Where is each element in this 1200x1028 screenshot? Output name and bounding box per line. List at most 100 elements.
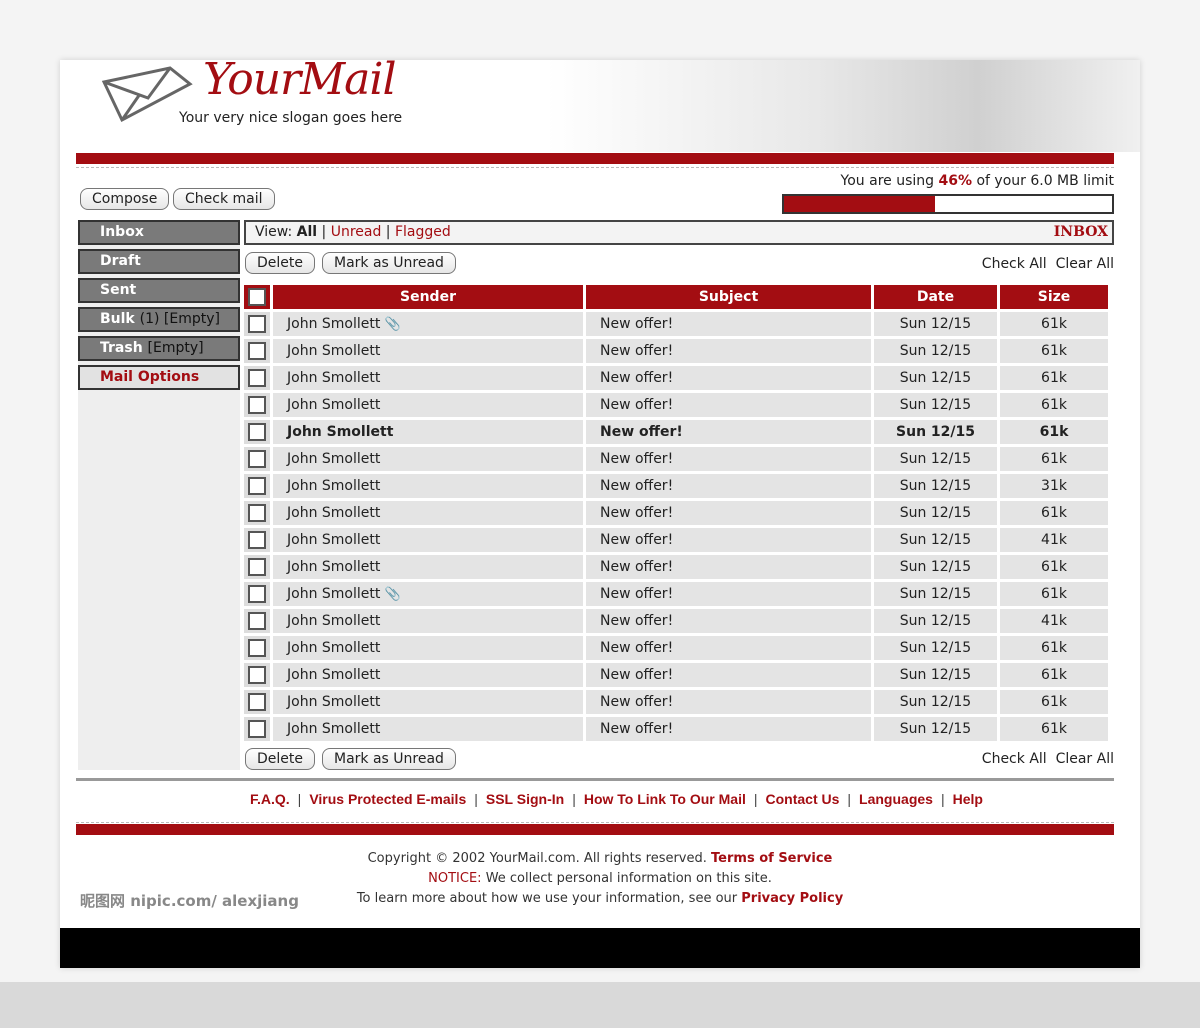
sidebar-item-mail-options[interactable]: Mail Options <box>78 365 240 390</box>
table-row[interactable]: John Smollett 📎 New offer! Sun 12/15 61k <box>244 582 1108 606</box>
row-checkbox[interactable] <box>244 528 270 552</box>
table-row[interactable]: John Smollett New offer! Sun 12/15 61k <box>244 636 1108 660</box>
footer-link[interactable]: Contact Us <box>766 791 840 807</box>
row-checkbox[interactable] <box>244 447 270 471</box>
sender: John Smollett <box>287 532 381 548</box>
view-flagged-link[interactable]: Flagged <box>395 224 451 240</box>
date-cell: Sun 12/15 <box>874 555 997 579</box>
row-checkbox[interactable] <box>244 555 270 579</box>
subject-cell[interactable]: New offer! <box>586 393 871 417</box>
footer-link[interactable]: Virus Protected E-mails <box>309 791 466 807</box>
link-separator: | <box>297 791 302 807</box>
check-all-link[interactable]: Check All <box>982 256 1047 272</box>
size-cell: 61k <box>1000 582 1108 606</box>
column-date[interactable]: Date <box>874 285 997 309</box>
row-checkbox[interactable] <box>244 663 270 687</box>
table-row[interactable]: John Smollett New offer! Sun 12/15 61k <box>244 339 1108 363</box>
row-checkbox[interactable] <box>244 690 270 714</box>
size-cell: 61k <box>1000 690 1108 714</box>
table-row[interactable]: John Smollett New offer! Sun 12/15 41k <box>244 609 1108 633</box>
view-all-link[interactable]: All <box>297 224 317 240</box>
check-mail-button[interactable]: Check mail <box>173 188 275 210</box>
sender: John Smollett <box>287 424 394 440</box>
privacy-link[interactable]: Privacy Policy <box>741 891 843 906</box>
row-checkbox[interactable] <box>244 474 270 498</box>
subject-cell[interactable]: New offer! <box>586 501 871 525</box>
paperclip-icon: 📎 <box>384 317 401 332</box>
table-row[interactable]: John Smollett New offer! Sun 12/15 61k <box>244 420 1108 444</box>
footer-link[interactable]: How To Link To Our Mail <box>584 791 746 807</box>
delete-button-bottom[interactable]: Delete <box>245 748 315 770</box>
subject-cell[interactable]: New offer! <box>586 555 871 579</box>
column-size[interactable]: Size <box>1000 285 1108 309</box>
table-row[interactable]: John Smollett New offer! Sun 12/15 61k <box>244 690 1108 714</box>
sender-cell: John Smollett <box>273 474 583 498</box>
subject-cell[interactable]: New offer! <box>586 474 871 498</box>
sidebar-item-label: Bulk <box>100 311 135 327</box>
mark-unread-button[interactable]: Mark as Unread <box>322 252 456 274</box>
subject-cell[interactable]: New offer! <box>586 663 871 687</box>
subject-cell[interactable]: New offer! <box>586 528 871 552</box>
subject-cell[interactable]: New offer! <box>586 339 871 363</box>
sidebar-item-extra: [Empty] <box>147 340 204 356</box>
subject-cell[interactable]: New offer! <box>586 717 871 741</box>
clear-all-link[interactable]: Clear All <box>1056 751 1114 767</box>
row-checkbox[interactable] <box>244 582 270 606</box>
row-checkbox[interactable] <box>244 339 270 363</box>
sidebar-item-draft[interactable]: Draft <box>78 249 240 274</box>
table-row[interactable]: John Smollett New offer! Sun 12/15 61k <box>244 555 1108 579</box>
table-row[interactable]: John Smollett 📎 New offer! Sun 12/15 61k <box>244 312 1108 336</box>
delete-button[interactable]: Delete <box>245 252 315 274</box>
row-checkbox[interactable] <box>244 366 270 390</box>
subject-cell[interactable]: New offer! <box>586 609 871 633</box>
subject-cell[interactable]: New offer! <box>586 636 871 660</box>
footer-link[interactable]: F.A.Q. <box>250 791 290 807</box>
compose-button[interactable]: Compose <box>80 188 170 210</box>
view-unread-link[interactable]: Unread <box>331 224 382 240</box>
sidebar-item-inbox[interactable]: Inbox <box>78 220 240 245</box>
sidebar-item-sent[interactable]: Sent <box>78 278 240 303</box>
link-separator: | <box>753 791 758 807</box>
table-row[interactable]: John Smollett New offer! Sun 12/15 61k <box>244 366 1108 390</box>
row-checkbox[interactable] <box>244 312 270 336</box>
sender: John Smollett <box>287 316 381 332</box>
table-row[interactable]: John Smollett New offer! Sun 12/15 61k <box>244 501 1108 525</box>
table-row[interactable]: John Smollett New offer! Sun 12/15 61k <box>244 447 1108 471</box>
table-row[interactable]: John Smollett New offer! Sun 12/15 31k <box>244 474 1108 498</box>
row-checkbox[interactable] <box>244 717 270 741</box>
column-subject[interactable]: Subject <box>586 285 871 309</box>
footer-link[interactable]: Languages <box>859 791 933 807</box>
row-checkbox[interactable] <box>244 501 270 525</box>
clear-all-link[interactable]: Clear All <box>1056 256 1114 272</box>
size-cell: 61k <box>1000 312 1108 336</box>
table-row[interactable]: John Smollett New offer! Sun 12/15 61k <box>244 393 1108 417</box>
select-all-checkbox[interactable] <box>244 285 270 309</box>
subject-cell[interactable]: New offer! <box>586 690 871 714</box>
check-all-link[interactable]: Check All <box>982 751 1047 767</box>
subject-cell[interactable]: New offer! <box>586 312 871 336</box>
footer-link[interactable]: Help <box>953 791 983 807</box>
footer-links: F.A.Q. | Virus Protected E-mails | SSL Sign-… <box>250 791 983 807</box>
sender: John Smollett <box>287 667 381 683</box>
footer-link[interactable]: SSL Sign-In <box>486 791 564 807</box>
row-checkbox[interactable] <box>244 609 270 633</box>
table-row[interactable]: John Smollett New offer! Sun 12/15 41k <box>244 528 1108 552</box>
terms-link[interactable]: Terms of Service <box>711 851 832 866</box>
table-row[interactable]: John Smollett New offer! Sun 12/15 61k <box>244 717 1108 741</box>
message-table: Sender Subject Date Size John Smollett 📎… <box>241 282 1111 744</box>
mark-unread-button-bottom[interactable]: Mark as Unread <box>322 748 456 770</box>
row-checkbox[interactable] <box>244 636 270 660</box>
sidebar-item-trash[interactable]: Trash [Empty] <box>78 336 240 361</box>
subject-cell[interactable]: New offer! <box>586 447 871 471</box>
usage-progress-bar <box>782 194 1114 214</box>
sender-cell: John Smollett <box>273 690 583 714</box>
sidebar-item-bulk[interactable]: Bulk (1) [Empty] <box>78 307 240 332</box>
row-checkbox[interactable] <box>244 393 270 417</box>
table-row[interactable]: John Smollett New offer! Sun 12/15 61k <box>244 663 1108 687</box>
column-sender[interactable]: Sender <box>273 285 583 309</box>
row-checkbox[interactable] <box>244 420 270 444</box>
link-separator: | <box>474 791 478 807</box>
subject-cell[interactable]: New offer! <box>586 366 871 390</box>
subject-cell[interactable]: New offer! <box>586 420 871 444</box>
subject-cell[interactable]: New offer! <box>586 582 871 606</box>
